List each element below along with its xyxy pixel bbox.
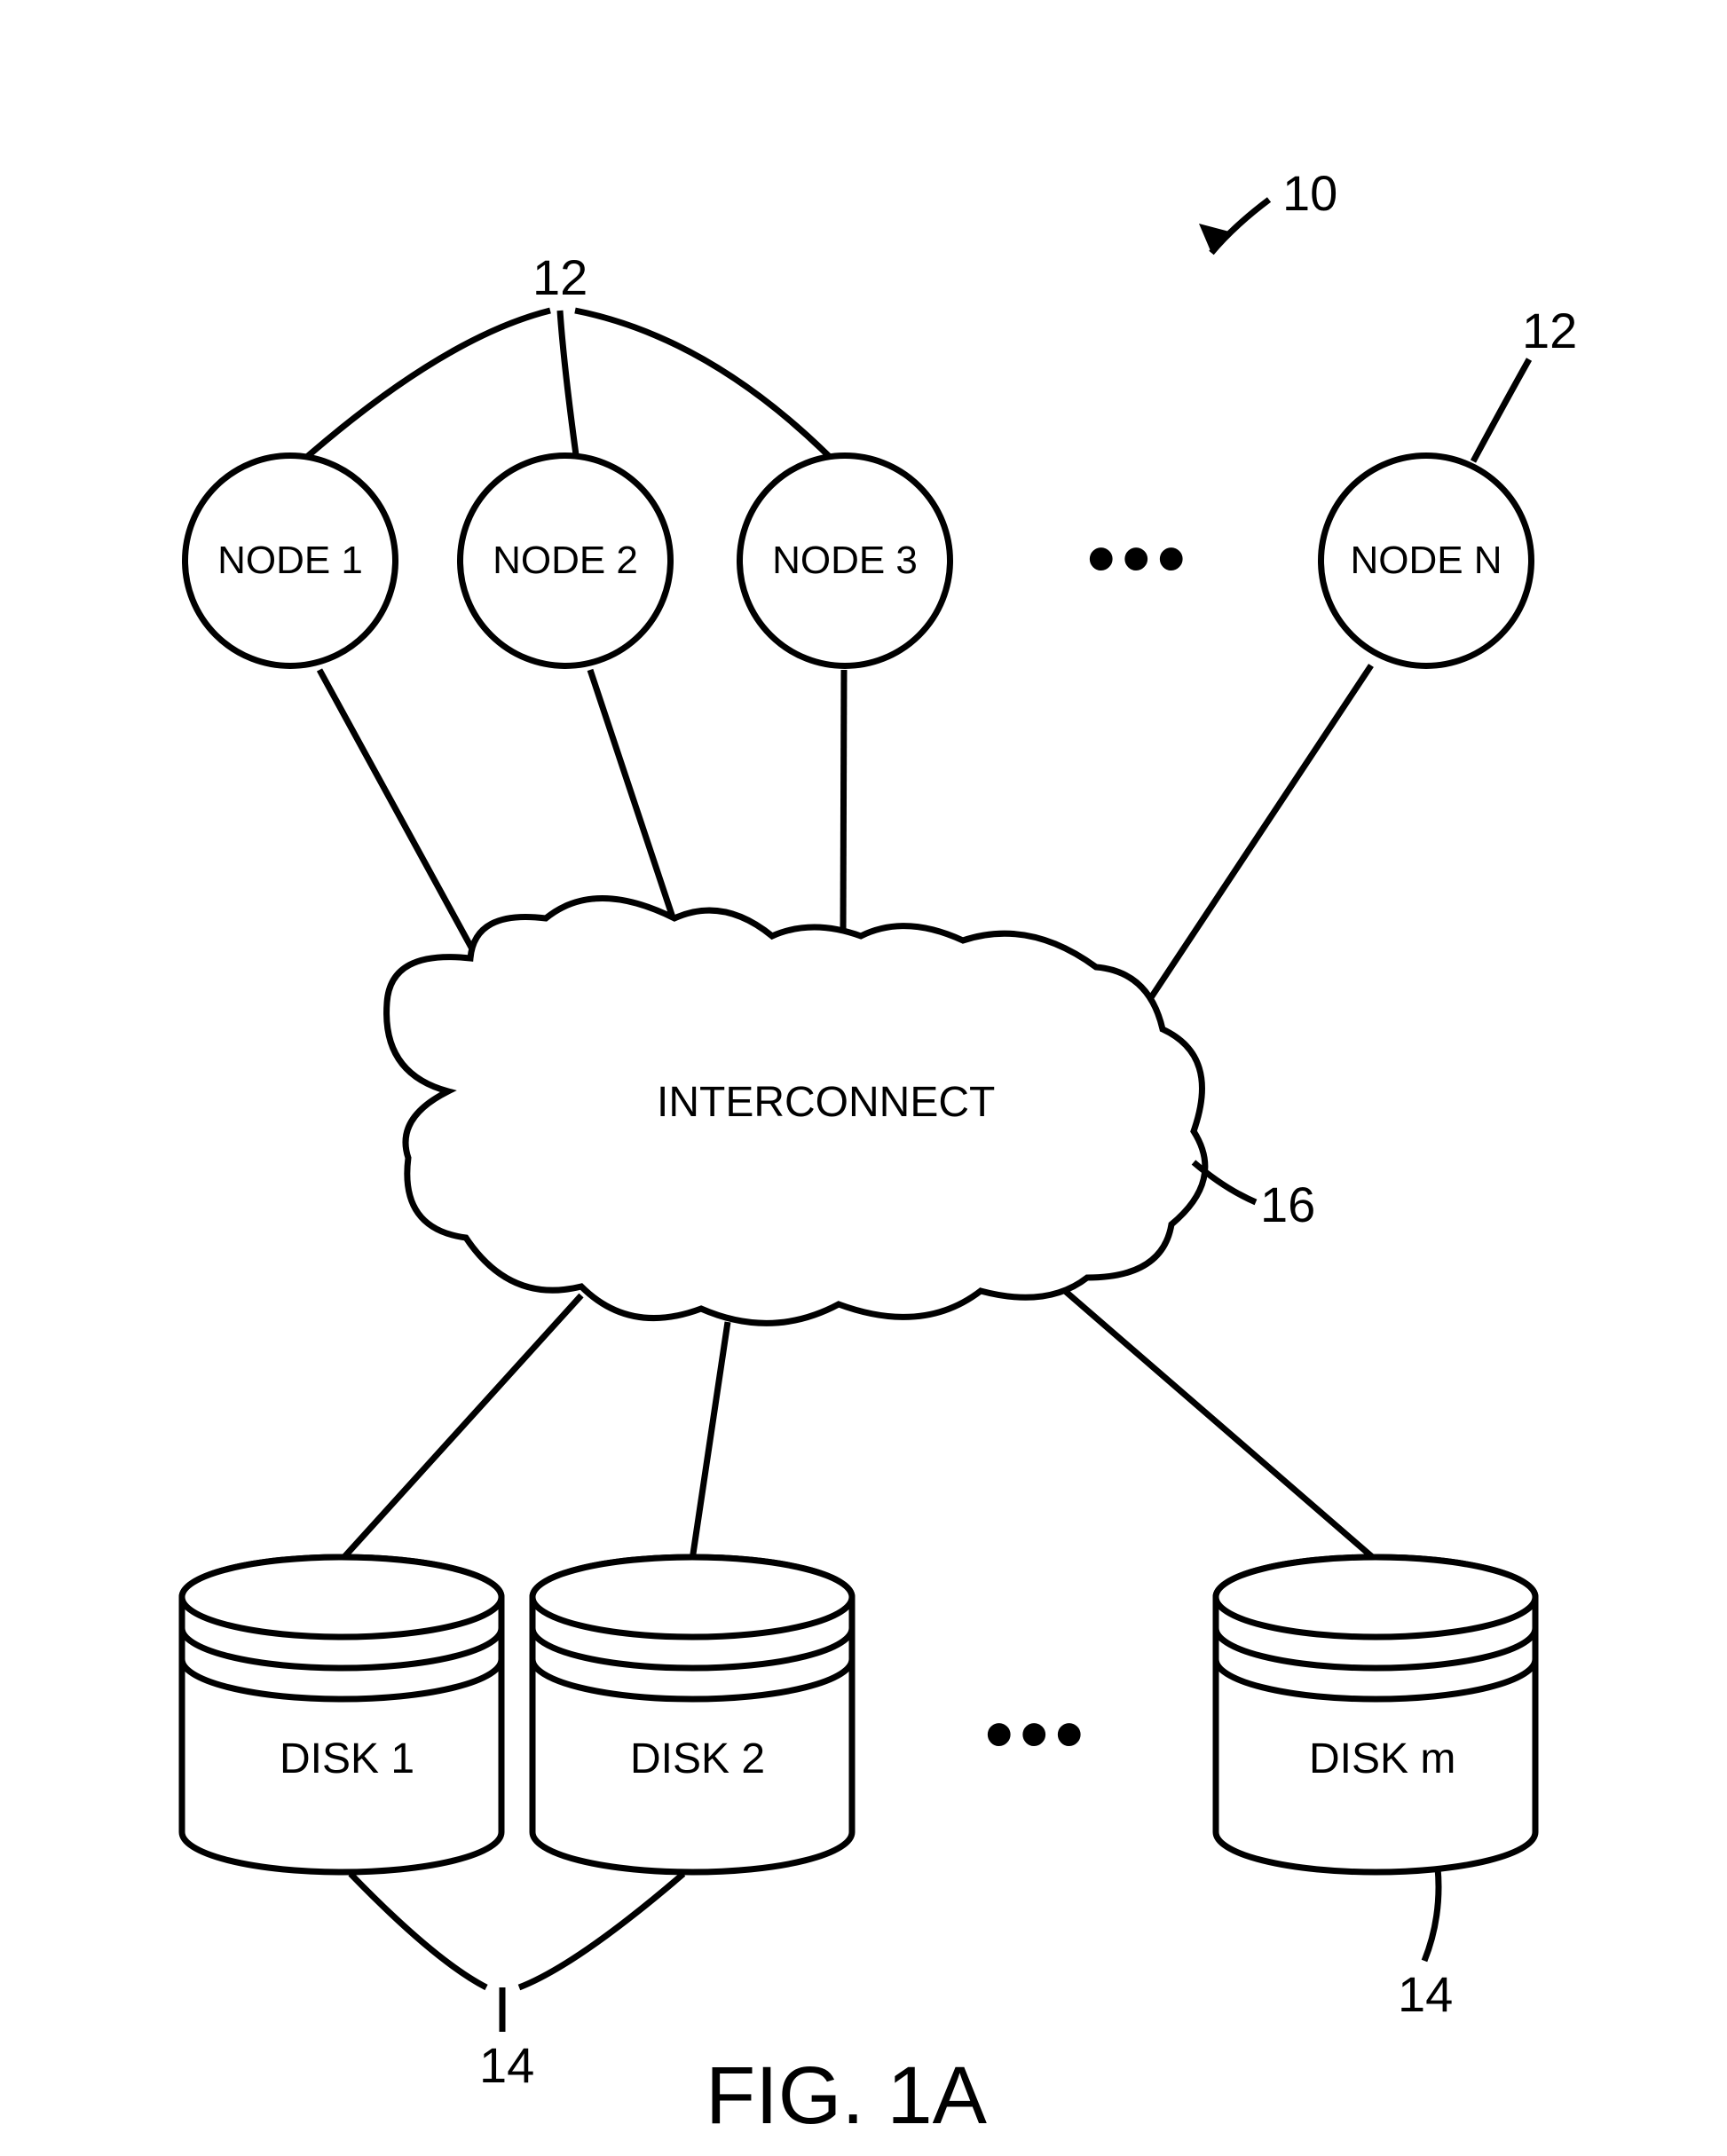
figure-caption: FIG. 1A: [706, 2050, 987, 2143]
diagram-canvas: 10 12 12 NODE 1 NODE 2 NODE 3 ••• NODE N…: [0, 0, 1727, 2156]
ref-disk-m: 14: [1398, 1965, 1453, 2023]
ref-disk-m-lead: [0, 0, 1727, 2156]
